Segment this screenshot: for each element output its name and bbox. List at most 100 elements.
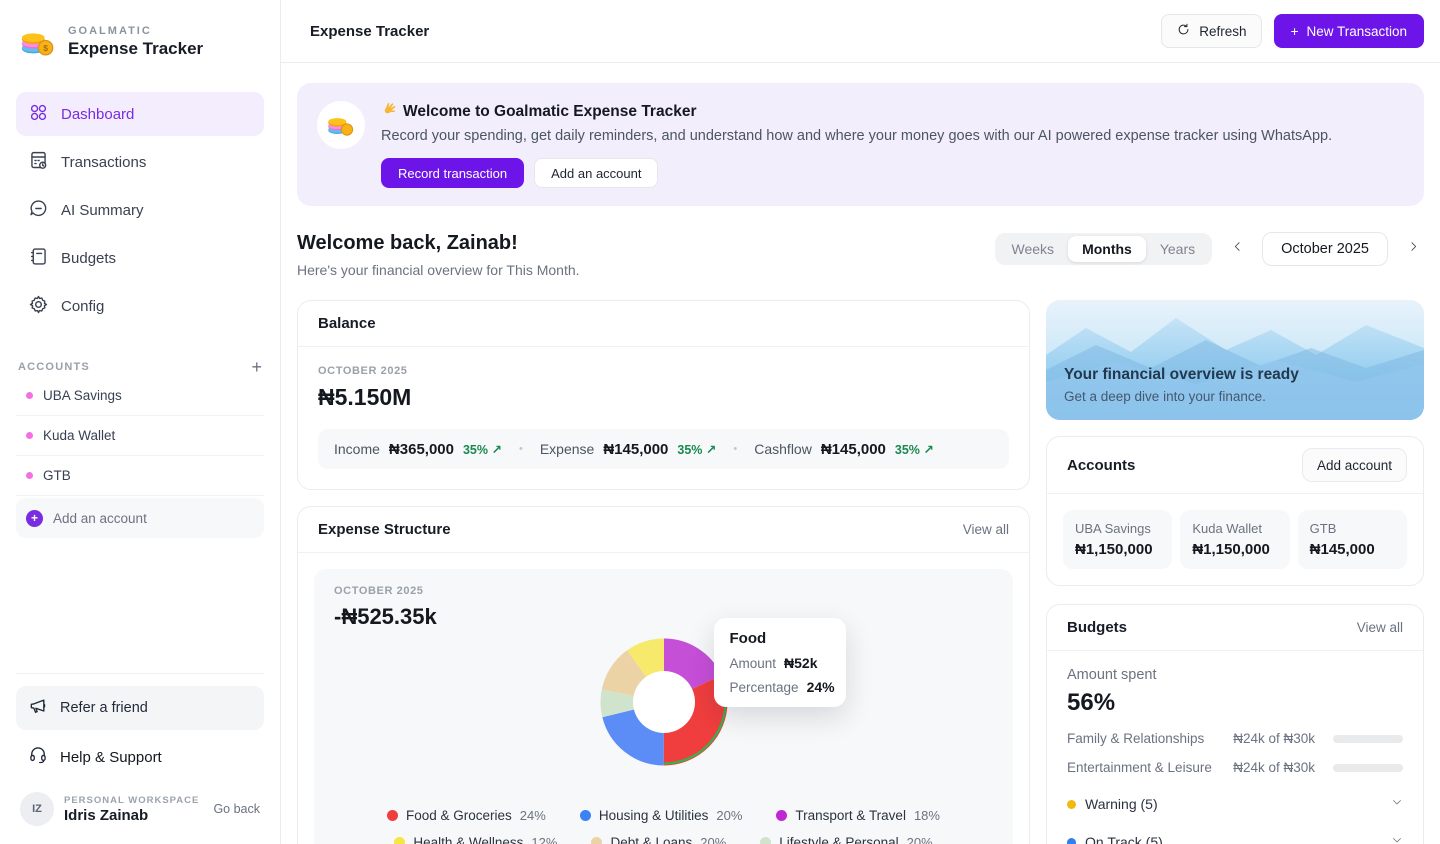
stat-income: Income ₦365,000 35% ↗	[334, 441, 502, 458]
sidebar-nav: Dashboard Transactions	[16, 92, 264, 328]
warning-dot-icon	[1067, 800, 1076, 809]
topbar: Expense Tracker Refresh + New Transactio…	[281, 0, 1440, 63]
budget-group-warning[interactable]: Warning (5)	[1067, 795, 1403, 813]
period-selector[interactable]: October 2025	[1262, 232, 1388, 266]
sidebar-item-budgets[interactable]: Budgets	[16, 236, 264, 280]
brand-product: Expense Tracker	[68, 39, 203, 59]
chevron-down-icon	[1391, 833, 1403, 844]
welcome-banner: Welcome to Goalmatic Expense Tracker Rec…	[297, 83, 1424, 206]
sidebar-account-gtb[interactable]: GTB	[16, 456, 264, 496]
account-name: UBA Savings	[43, 388, 122, 403]
dot-separator: •	[514, 443, 528, 455]
avatar: IZ	[20, 792, 54, 826]
new-transaction-button[interactable]: + New Transaction	[1274, 14, 1424, 48]
budgets-view-all-link[interactable]: View all	[1357, 620, 1403, 635]
refresh-button[interactable]: Refresh	[1161, 14, 1261, 48]
budgets-card: Budgets View all Amount spent 56% Family…	[1046, 604, 1424, 844]
refer-a-friend-button[interactable]: Refer a friend	[16, 686, 264, 730]
account-tile-kuda[interactable]: Kuda Wallet ₦1,150,000	[1180, 510, 1289, 569]
accounts-section-title: ACCOUNTS	[18, 361, 90, 373]
sidebar-item-config[interactable]: Config	[16, 284, 264, 328]
sidebar-footer: Refer a friend Help & Support IZ PERSONA…	[16, 673, 264, 828]
expense-view-all-link[interactable]: View all	[963, 522, 1009, 537]
user-profile[interactable]: IZ PERSONAL WORKSPACE Idris Zainab Go ba…	[16, 784, 264, 828]
dot-separator: •	[728, 443, 742, 455]
help-support-button[interactable]: Help & Support	[16, 736, 264, 778]
sidebar-item-label: Dashboard	[61, 106, 134, 123]
overview-header: Welcome back, Zainab! Here's your financ…	[297, 232, 1424, 278]
sidebar-item-label: Transactions	[61, 154, 146, 171]
brand-logo: $ GOALMATIC Expense Tracker	[16, 16, 264, 66]
sidebar-account-uba[interactable]: UBA Savings	[16, 376, 264, 416]
trend-up-icon: ↗	[706, 443, 716, 457]
plus-circle-icon: +	[26, 510, 43, 527]
chevron-down-icon	[1391, 795, 1403, 813]
sidebar-accounts-section: ACCOUNTS + UBA Savings Kuda Wallet GTB +…	[16, 358, 264, 538]
waving-hand-icon	[381, 101, 397, 122]
tooltip-percent: 24%	[807, 679, 835, 695]
overview-title: Welcome back, Zainab!	[297, 232, 580, 255]
coins-icon	[317, 101, 365, 149]
app-root: $ GOALMATIC Expense Tracker Dashboard	[0, 0, 1440, 844]
period-next-button[interactable]	[1402, 238, 1424, 260]
headset-icon	[28, 745, 48, 769]
sidebar-item-transactions[interactable]: Transactions	[16, 140, 264, 184]
legend-dot-icon	[394, 837, 405, 844]
chevron-right-icon	[1407, 240, 1420, 258]
balance-period: OCTOBER 2025	[318, 365, 1009, 377]
refresh-icon	[1176, 22, 1191, 40]
insight-title: Your financial overview is ready	[1064, 366, 1299, 384]
trend-up-icon: ↗	[492, 443, 502, 457]
go-back-link[interactable]: Go back	[213, 802, 260, 816]
period-prev-button[interactable]	[1226, 238, 1248, 260]
workspace-label: PERSONAL WORKSPACE	[64, 795, 199, 806]
account-tile-uba[interactable]: UBA Savings ₦1,150,000	[1063, 510, 1172, 569]
budget-group-on-track[interactable]: On Track (5)	[1067, 833, 1403, 844]
tab-months[interactable]: Months	[1068, 236, 1146, 262]
user-name: Idris Zainab	[64, 807, 199, 824]
tooltip-title: Food	[730, 630, 830, 647]
add-an-account-button[interactable]: Add an account	[534, 158, 658, 188]
accounts-card-title: Accounts	[1067, 457, 1135, 474]
stat-expense: Expense ₦145,000 35% ↗	[540, 441, 717, 458]
megaphone-icon	[28, 696, 48, 720]
expense-total: -₦525.35k	[334, 604, 993, 630]
record-transaction-button[interactable]: Record transaction	[381, 158, 524, 188]
budgets-icon	[28, 246, 49, 271]
legend-item: Health & Wellness 12%	[394, 835, 557, 844]
legend-dot-icon	[387, 810, 398, 821]
tab-years[interactable]: Years	[1146, 236, 1209, 262]
account-name: Kuda Wallet	[43, 428, 115, 443]
help-label: Help & Support	[60, 749, 162, 766]
add-account-plus-button[interactable]: +	[251, 358, 262, 376]
add-account-button[interactable]: Add account	[1302, 448, 1407, 482]
financial-overview-banner[interactable]: Your financial overview is ready Get a d…	[1046, 300, 1424, 420]
dashboard-icon	[28, 102, 49, 127]
sidebar-item-dashboard[interactable]: Dashboard	[16, 92, 264, 136]
legend-dot-icon	[591, 837, 602, 844]
legend-item: Food & Groceries 24%	[387, 808, 546, 823]
account-dot-icon	[26, 432, 33, 439]
sidebar-add-account-button[interactable]: + Add an account	[16, 498, 264, 538]
sidebar-item-ai-summary[interactable]: AI Summary	[16, 188, 264, 232]
plus-icon: +	[1291, 24, 1299, 39]
budget-progress-bar	[1333, 764, 1403, 772]
budgets-card-title: Budgets	[1067, 619, 1127, 636]
budget-progress-bar	[1333, 735, 1403, 743]
budget-row: Entertainment & Leisure ₦24k of ₦30k	[1067, 760, 1403, 775]
add-account-label: Add an account	[53, 511, 147, 526]
tab-weeks[interactable]: Weeks	[998, 236, 1069, 262]
on-track-dot-icon	[1067, 838, 1076, 844]
legend-dot-icon	[580, 810, 591, 821]
account-tile-gtb[interactable]: GTB ₦145,000	[1298, 510, 1407, 569]
legend-dot-icon	[776, 810, 787, 821]
sidebar-item-label: Budgets	[61, 250, 116, 267]
overview-subtitle: Here's your financial overview for This …	[297, 262, 580, 278]
expense-donut-chart[interactable]	[598, 636, 730, 768]
sidebar-account-kuda[interactable]: Kuda Wallet	[16, 416, 264, 456]
expense-card-title: Expense Structure	[318, 521, 451, 538]
account-dot-icon	[26, 392, 33, 399]
trend-up-icon: ↗	[923, 443, 933, 457]
brand-company: GOALMATIC	[68, 25, 203, 37]
balance-amount: ₦5.150M	[318, 384, 1009, 411]
